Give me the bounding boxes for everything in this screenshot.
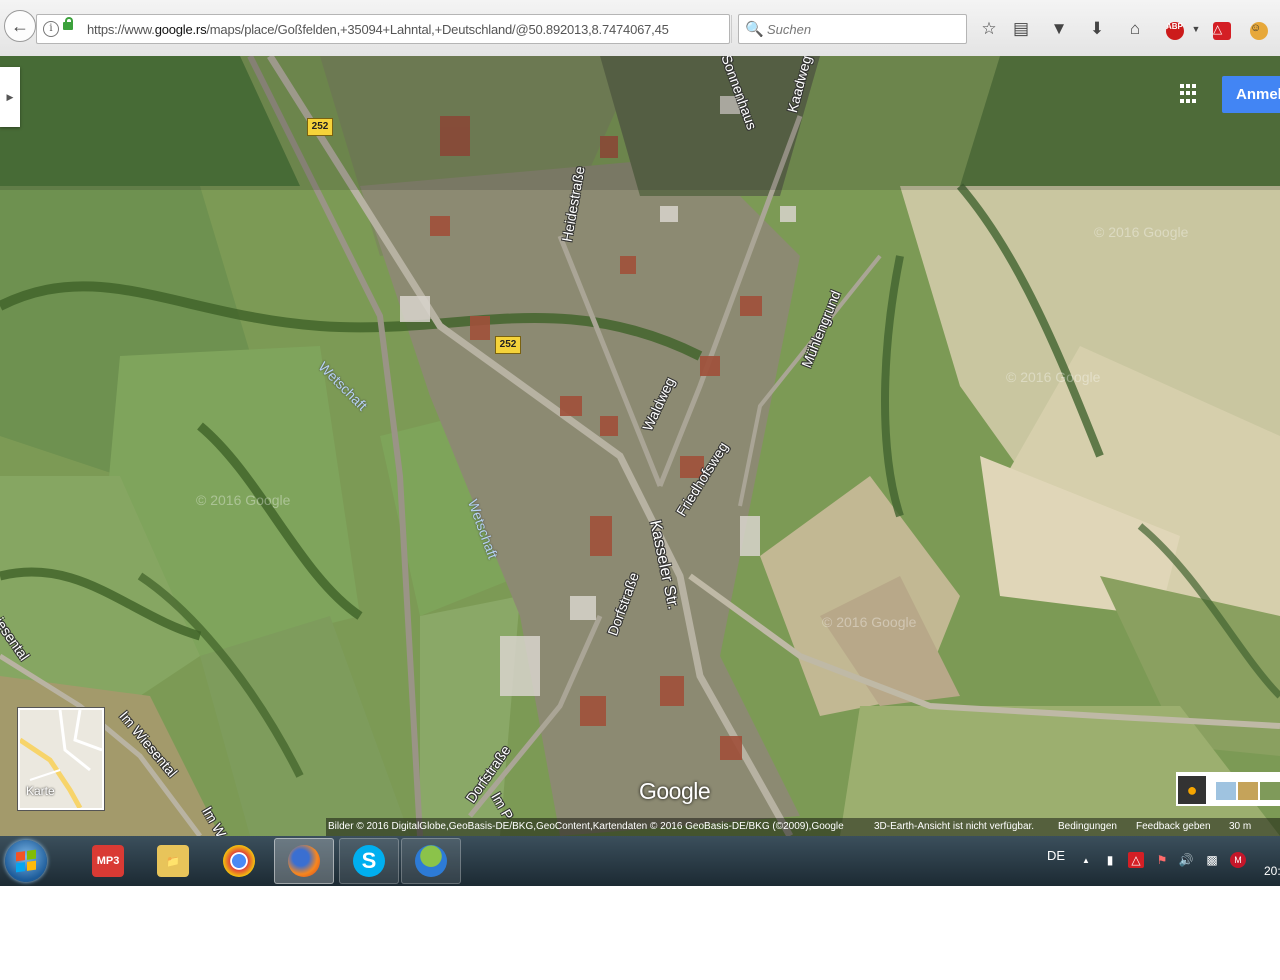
url-text[interactable]: https://www.google.rs/maps/place/Goßfeld… bbox=[87, 22, 687, 37]
usb-device-icon[interactable]: ▮ bbox=[1102, 852, 1118, 868]
pocket-icon[interactable]: ▼ bbox=[1047, 17, 1071, 41]
earth-view-notice: 3D-Earth-Ansicht ist nicht verfügbar. bbox=[874, 821, 1035, 832]
satellite-map[interactable]: ▶ Anmel 252 252 Sonnenhaus Kaadweg Heide… bbox=[0, 56, 1280, 836]
route-shield: 252 bbox=[495, 336, 521, 354]
windows-logo-icon bbox=[16, 849, 36, 873]
scale-label: 30 m bbox=[1229, 821, 1252, 832]
greasemonkey-icon[interactable]: ☺ bbox=[1247, 17, 1271, 41]
imagery-credits: Bilder © 2016 DigitalGlobe,GeoBasis-DE/B… bbox=[328, 821, 844, 832]
home-icon[interactable]: ⌂ bbox=[1123, 17, 1147, 41]
bookmark-star-icon[interactable]: ☆ bbox=[977, 17, 1001, 41]
google-logo: Google bbox=[639, 778, 711, 804]
pegman-icon[interactable]: ● bbox=[1178, 776, 1206, 804]
volume-icon[interactable]: 🔊 bbox=[1178, 852, 1194, 868]
action-center-flag-icon[interactable]: ⚑ bbox=[1154, 852, 1170, 868]
back-button[interactable]: ← bbox=[4, 10, 36, 42]
download-icon[interactable]: ⬇ bbox=[1085, 17, 1109, 41]
browser-toolbar: ← i https://www.google.rs/maps/place/Goß… bbox=[0, 0, 1280, 57]
folder-icon: 📁 bbox=[157, 845, 189, 877]
skype-icon: S bbox=[353, 845, 385, 877]
messenger-icon bbox=[415, 845, 447, 877]
imagery-thumbnail[interactable] bbox=[1260, 782, 1280, 800]
map-type-toggle[interactable]: Karte bbox=[18, 708, 104, 810]
copyright-watermark: © 2016 Google bbox=[1006, 369, 1101, 385]
copyright-watermark: © 2016 Google bbox=[1094, 224, 1189, 240]
lock-icon bbox=[63, 17, 73, 30]
chevron-right-icon: ▶ bbox=[6, 91, 14, 102]
taskbar-app-skype[interactable]: S bbox=[339, 838, 399, 884]
side-panel-toggle[interactable]: ▶ bbox=[0, 67, 20, 127]
clock[interactable]: 20: bbox=[1264, 864, 1280, 878]
copyright-watermark: © 2016 Google bbox=[822, 614, 917, 630]
chevron-down-icon[interactable]: ▼ bbox=[1184, 17, 1208, 41]
tray-expand-icon[interactable]: ▲ bbox=[1078, 852, 1094, 868]
url-domain: google.rs bbox=[154, 22, 207, 37]
firefox-icon bbox=[288, 845, 320, 877]
taskbar-app-mp3[interactable]: MP3 bbox=[78, 838, 138, 884]
search-field[interactable]: 🔍 Suchen bbox=[738, 14, 967, 44]
copyright-watermark: © 2016 Google bbox=[196, 492, 291, 508]
map-type-label: Karte bbox=[26, 784, 55, 798]
info-icon[interactable]: i bbox=[43, 21, 59, 37]
route-shield: 252 bbox=[307, 118, 333, 136]
network-signal-icon[interactable]: ▩ bbox=[1204, 852, 1220, 868]
taskbar-app-chrome[interactable] bbox=[209, 838, 269, 884]
taskbar-app-messenger[interactable] bbox=[401, 838, 461, 884]
feedback-link[interactable]: Feedback geben bbox=[1136, 818, 1211, 836]
imagery-thumbnail[interactable] bbox=[1216, 782, 1236, 800]
antivirus-icon[interactable]: M bbox=[1230, 852, 1246, 868]
google-apps-icon[interactable] bbox=[1180, 84, 1200, 104]
taskbar: MP3 📁 S DE ▲ ▮ △ ⚑ 🔊 ▩ M 20: bbox=[0, 836, 1280, 886]
imagery-thumbnail[interactable] bbox=[1238, 782, 1258, 800]
map-header-shade bbox=[0, 56, 1280, 190]
chrome-icon bbox=[223, 845, 255, 877]
terms-link[interactable]: Bedingungen bbox=[1058, 818, 1117, 836]
search-placeholder: Suchen bbox=[767, 22, 812, 37]
url-bar[interactable]: i https://www.google.rs/maps/place/Goßfe… bbox=[36, 14, 757, 44]
back-arrow-icon: ← bbox=[11, 15, 29, 36]
taskbar-app-firefox[interactable] bbox=[274, 838, 334, 884]
start-button[interactable] bbox=[5, 840, 47, 882]
map-footer: Bilder © 2016 DigitalGlobe,GeoBasis-DE/B… bbox=[326, 818, 1280, 836]
acrobat-tray-icon[interactable]: △ bbox=[1128, 852, 1144, 868]
url-path: /maps/place/Goßfelden,+35094+Lahntal,+De… bbox=[206, 22, 669, 37]
signin-button[interactable]: Anmel bbox=[1222, 76, 1280, 113]
reading-list-icon[interactable]: ▤ bbox=[1009, 17, 1033, 41]
taskbar-app-explorer[interactable]: 📁 bbox=[143, 838, 203, 884]
language-indicator[interactable]: DE bbox=[1047, 848, 1065, 863]
search-icon: 🔍 bbox=[745, 21, 764, 38]
acrobat-icon[interactable]: △ bbox=[1210, 17, 1234, 41]
